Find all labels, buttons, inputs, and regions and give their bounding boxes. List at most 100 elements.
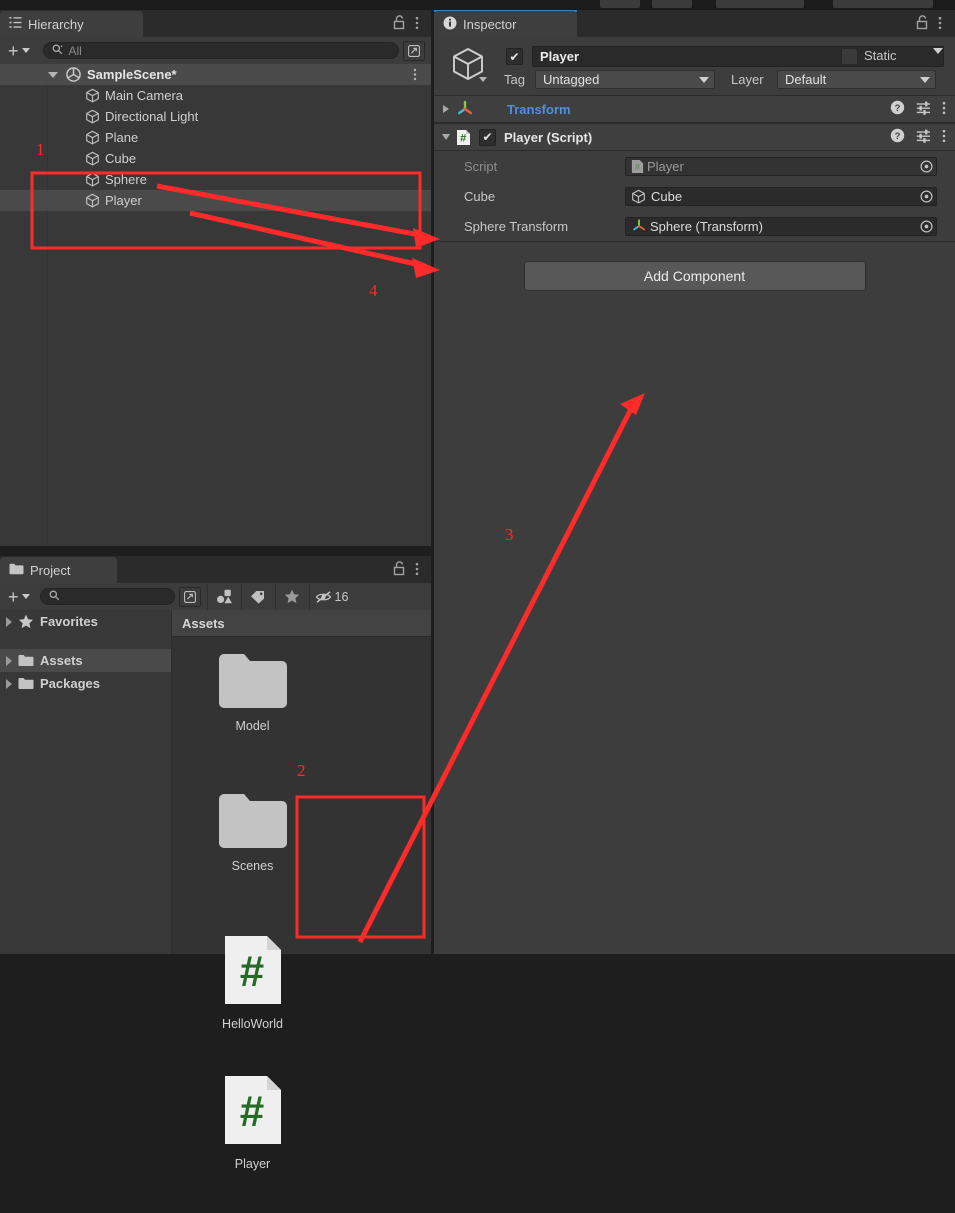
open-in-new-icon <box>183 590 196 603</box>
hierarchy-search-input[interactable]: All <box>42 42 399 59</box>
tab-project[interactable]: Project <box>0 557 117 583</box>
preset-sliders-icon[interactable] <box>916 100 931 118</box>
toolbar-cloud-button[interactable] <box>652 0 692 8</box>
gameobject-header: ✔ Player Static Tag Untagged Layer Defau… <box>434 37 955 95</box>
toolbar-account-button[interactable] <box>600 0 640 8</box>
lock-open-icon[interactable] <box>916 15 929 33</box>
asset-label: Player <box>234 1157 271 1171</box>
toolbar-layers-dropdown[interactable] <box>716 0 804 8</box>
scene-kebab-menu-icon[interactable] <box>413 68 417 84</box>
property-label: Sphere Transform <box>464 218 569 234</box>
lock-open-icon[interactable] <box>393 15 406 33</box>
inspector-tabbar: Inspector <box>434 10 955 37</box>
add-component-button[interactable]: Add Component <box>523 261 866 291</box>
hierarchy-item-main-camera[interactable]: Main Camera <box>0 85 431 106</box>
kebab-menu-icon[interactable] <box>938 16 942 33</box>
project-tree-item-packages[interactable]: Packages <box>0 672 171 695</box>
inspector-chrome-icons <box>916 15 942 33</box>
toolbar-layout-dropdown[interactable] <box>833 0 933 8</box>
chevron-down-icon <box>699 76 709 83</box>
preset-sliders-icon[interactable] <box>916 128 931 146</box>
gameobject-cube-icon <box>85 151 100 166</box>
asset-item-model[interactable]: Model <box>196 653 309 793</box>
hierarchy-item-cube[interactable]: Cube <box>0 148 431 169</box>
kebab-menu-icon[interactable] <box>942 101 946 118</box>
help-icon[interactable]: ? <box>890 100 905 118</box>
label-tag-icon <box>251 590 265 604</box>
asset-filter-icon <box>216 589 232 604</box>
kebab-menu-icon[interactable] <box>942 129 946 146</box>
tab-hierarchy[interactable]: Hierarchy <box>0 11 143 37</box>
gameobject-cube-icon <box>85 109 100 124</box>
project-expand-button[interactable] <box>178 586 201 607</box>
component-header-transform[interactable]: Transform ? <box>434 95 955 123</box>
gameobject-icon-dropdown[interactable] <box>479 77 487 82</box>
gameobject-enabled-toggle[interactable]: ✔ <box>506 48 523 65</box>
transform-axis-icon <box>631 218 647 234</box>
chevron-down-icon <box>21 594 30 599</box>
lock-open-icon[interactable] <box>393 561 406 579</box>
transform-axis-icon <box>456 100 474 118</box>
hierarchy-tree: SampleScene* Main Camera Directional Ligh… <box>0 64 431 546</box>
help-icon[interactable]: ? <box>890 128 905 146</box>
object-picker-icon[interactable] <box>918 189 934 204</box>
asset-item-scenes[interactable]: Scenes <box>196 793 309 933</box>
static-checkbox[interactable] <box>841 48 858 65</box>
asset-filter-button[interactable] <box>206 583 241 610</box>
scene-foldout-icon[interactable] <box>48 71 58 78</box>
eye-off-icon <box>315 590 333 604</box>
csharp-script-icon: # <box>221 1073 285 1147</box>
project-search-input[interactable] <box>39 588 175 605</box>
inspector-panel: Inspector ✔ Player Static Tag Untagged L… <box>434 10 955 954</box>
breadcrumb: Assets <box>172 610 431 637</box>
object-picker-icon[interactable] <box>918 219 934 234</box>
label-filter-button[interactable] <box>240 583 275 610</box>
object-field[interactable]: Sphere (Transform) <box>625 216 937 236</box>
hierarchy-item-plane[interactable]: Plane <box>0 127 431 148</box>
player-script-foldout-icon[interactable] <box>442 134 450 140</box>
asset-label: Scenes <box>231 859 274 873</box>
project-body: Favorites Assets Packages Assets Model Scen… <box>0 610 431 1171</box>
player-script-properties: Script # Player Cube Cube Sphere Transform Sph… <box>434 151 955 241</box>
object-field[interactable]: # Player <box>625 156 937 176</box>
static-label: Static <box>864 48 897 63</box>
hierarchy-item-directional-light[interactable]: Directional Light <box>0 106 431 127</box>
object-field[interactable]: Cube <box>625 186 937 206</box>
component-header-player-script[interactable]: # ✔ Player (Script) ? <box>434 123 955 151</box>
project-tree-label: Favorites <box>40 614 98 629</box>
layer-dropdown[interactable]: Default <box>777 70 936 89</box>
kebab-menu-icon[interactable] <box>415 16 419 33</box>
hierarchy-item-sphere[interactable]: Sphere <box>0 169 431 190</box>
create-gameobject-button[interactable]: + <box>8 42 30 60</box>
foldout-icon[interactable] <box>6 655 12 666</box>
transform-foldout-icon[interactable] <box>443 105 449 113</box>
static-dropdown-caret[interactable] <box>933 48 943 68</box>
property-row-cube: Cube Cube <box>434 181 955 211</box>
player-script-enabled-toggle[interactable]: ✔ <box>479 128 496 146</box>
project-tree-item-favorites[interactable]: Favorites <box>0 610 171 633</box>
layer-label: Layer <box>731 72 764 87</box>
gameobject-cube-icon <box>85 130 100 145</box>
tag-dropdown[interactable]: Untagged <box>535 70 715 89</box>
object-picker-icon[interactable] <box>918 159 934 174</box>
tab-inspector[interactable]: Inspector <box>434 11 577 37</box>
hidden-assets-indicator[interactable]: 16 <box>308 583 356 610</box>
foldout-icon[interactable] <box>6 678 12 689</box>
csharp-script-icon: # <box>631 159 644 174</box>
asset-item-player[interactable]: # Player <box>196 1073 309 1213</box>
create-asset-button[interactable]: + <box>8 586 30 607</box>
kebab-menu-icon[interactable] <box>415 562 419 579</box>
open-in-new-icon <box>408 44 420 57</box>
hierarchy-item-player[interactable]: Player <box>0 190 431 211</box>
asset-item-helloworld[interactable]: # HelloWorld <box>196 933 309 1073</box>
project-tree-item-assets[interactable]: Assets <box>0 649 171 672</box>
chevron-down-icon <box>21 48 30 53</box>
hierarchy-scene-row[interactable]: SampleScene* <box>0 64 431 85</box>
hierarchy-expand-button[interactable] <box>403 40 425 61</box>
favorite-filter-button[interactable] <box>274 583 309 610</box>
hidden-assets-count: 16 <box>334 589 349 604</box>
plus-icon: + <box>8 586 19 607</box>
foldout-icon[interactable] <box>6 616 12 627</box>
player-script-header-icons: ? <box>890 124 946 150</box>
property-row-sphere-transform: Sphere Transform Sphere (Transform) <box>434 211 955 241</box>
